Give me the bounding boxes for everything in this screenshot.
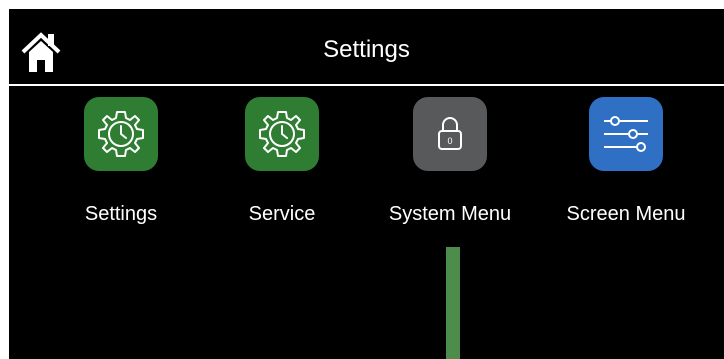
- screen-menu-tile-label: Screen Menu: [566, 203, 686, 225]
- sliders-icon: [604, 116, 648, 152]
- gear-clock-icon: [98, 111, 144, 157]
- screen-menu-tile[interactable]: Screen Menu: [541, 97, 711, 237]
- lock-icon: 0: [438, 117, 462, 150]
- system-menu-tile[interactable]: 0 System Menu: [365, 97, 535, 237]
- system-menu-tile-icon-box: 0: [413, 97, 487, 171]
- service-tile-label: Service: [248, 203, 316, 225]
- settings-tile[interactable]: Settings: [36, 97, 206, 237]
- top-bar: Settings: [9, 9, 724, 84]
- gear-clock-icon: [259, 111, 305, 157]
- service-tile[interactable]: Service: [197, 97, 367, 237]
- settings-tile-icon-box: [84, 97, 158, 171]
- screen-menu-tile-icon-box: [589, 97, 663, 171]
- header-divider: [9, 84, 724, 86]
- settings-screen: Settings Settings Service 0 System Menu …: [9, 9, 724, 359]
- service-tile-icon-box: [245, 97, 319, 171]
- system-menu-tile-label: System Menu: [388, 203, 512, 225]
- level-bar: [446, 247, 460, 359]
- settings-tile-label: Settings: [84, 203, 158, 225]
- svg-text:0: 0: [447, 136, 452, 146]
- page-title: Settings: [323, 36, 410, 63]
